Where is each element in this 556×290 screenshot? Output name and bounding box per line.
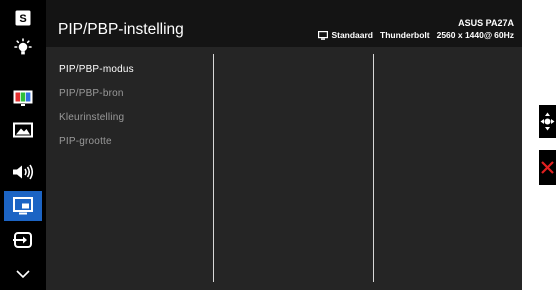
navigation-key-guide (539, 105, 556, 185)
input-select-icon (13, 232, 32, 248)
exit-icon (541, 161, 554, 174)
pip-pbp-icon (13, 197, 33, 215)
main-panel: PIP/PBP-instelling ASUS PA27A Standaard … (46, 0, 522, 290)
sidebar-item-input-select[interactable] (4, 225, 42, 255)
image-icon (13, 122, 33, 138)
sidebar-item-brightness[interactable] (4, 33, 42, 63)
sidebar-item-image[interactable] (4, 115, 42, 145)
mode-value: Standaard (331, 30, 374, 40)
menu-item-color-setting[interactable]: Kleurinstelling (59, 112, 124, 123)
header: PIP/PBP-instelling ASUS PA27A Standaard … (46, 0, 522, 47)
sidebar-item-pip-pbp[interactable] (4, 191, 42, 221)
svg-text:S: S (19, 13, 26, 25)
color-icon (13, 90, 33, 106)
monitor-icon (318, 30, 329, 40)
refresh-value: 60Hz (494, 30, 514, 40)
page-title: PIP/PBP-instelling (58, 21, 184, 38)
splendid-icon: S (15, 10, 31, 26)
joystick-button[interactable] (539, 105, 556, 138)
sidebar-item-color[interactable] (4, 83, 42, 113)
column-divider (213, 54, 214, 282)
sidebar-item-splendid[interactable]: S (4, 3, 42, 33)
osd-menu: S PIP/PBP-instelling ASUS PA27A Standaar… (0, 0, 522, 290)
menu-item-pip-pbp-mode[interactable]: PIP/PBP-modus (59, 64, 134, 75)
sound-icon (13, 164, 34, 180)
sidebar: S (0, 0, 46, 290)
menu-item-pip-pbp-source[interactable]: PIP/PBP-bron (59, 88, 124, 99)
chevron-down-icon (16, 270, 30, 279)
input-value: Thunderbolt (380, 30, 430, 40)
sidebar-item-sound[interactable] (4, 157, 42, 187)
resolution-value: 2560 x 1440@ (436, 30, 493, 40)
exit-button[interactable] (539, 150, 556, 185)
menu-item-pip-size[interactable]: PIP-grootte (59, 136, 112, 147)
model-name: ASUS PA27A (458, 18, 514, 28)
column-divider (373, 54, 374, 282)
brightness-icon (14, 38, 32, 55)
sidebar-scroll-down[interactable] (4, 259, 42, 289)
status-line: Standaard Thunderbolt 2560 x 1440@ 60Hz (318, 30, 514, 40)
joystick-move-icon (540, 112, 555, 131)
